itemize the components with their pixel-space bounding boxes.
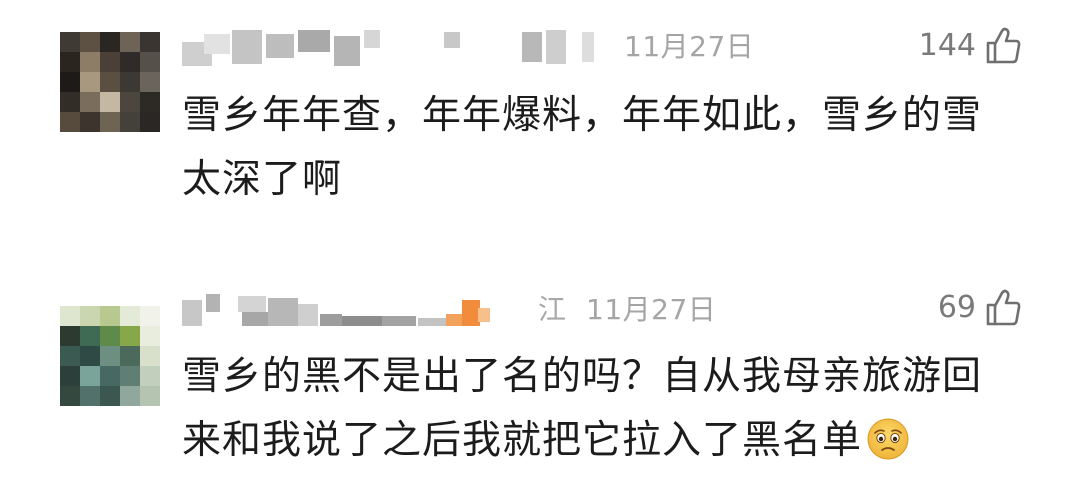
username-pixelated[interactable] <box>182 28 614 70</box>
timestamp: 11月27日 <box>624 30 755 63</box>
like-count: 144 <box>918 28 976 63</box>
comment-text-line: 太深了啊 <box>182 157 343 202</box>
worried-face-emoji-icon <box>866 417 910 461</box>
comment-item: 11月27日 144 雪乡年年查，年年爆料，年年如此，雪乡的雪 太深了啊 <box>0 0 1080 250</box>
username-pixelated[interactable] <box>182 290 492 332</box>
like-button[interactable]: 144 <box>919 26 1022 66</box>
comment-text-line: 雪乡年年查，年年爆料，年年如此，雪乡的雪 <box>182 93 983 138</box>
comment-text-segment: 来和我说了之后我就把它拉入了黑名单 <box>182 418 863 463</box>
comment-text-line: 来和我说了之后我就把它拉入了黑名单 <box>182 409 1012 473</box>
avatar[interactable] <box>60 306 160 406</box>
like-button[interactable]: 69 <box>938 288 1022 328</box>
thumbs-up-icon[interactable] <box>984 288 1022 328</box>
comment-text-line: 雪乡的黑不是出了名的吗？自从我母亲旅游回 <box>182 354 983 399</box>
comment-text: 雪乡的黑不是出了名的吗？自从我母亲旅游回 来和我说了之后我就把它拉入了黑名单 <box>182 345 1012 473</box>
timestamp: 11月27日 <box>586 293 717 326</box>
username-visible-part[interactable]: 江 <box>538 293 566 327</box>
thumbs-up-icon[interactable] <box>984 26 1022 66</box>
comment-item: 江 11月27日 69 雪乡的黑不是出了名的吗？自从我母亲旅游回 来和我说了之后… <box>0 262 1080 488</box>
avatar[interactable] <box>60 32 160 132</box>
comment-text: 雪乡年年查，年年爆料，年年如此，雪乡的雪 太深了啊 <box>182 84 1012 212</box>
like-count: 69 <box>937 290 976 325</box>
